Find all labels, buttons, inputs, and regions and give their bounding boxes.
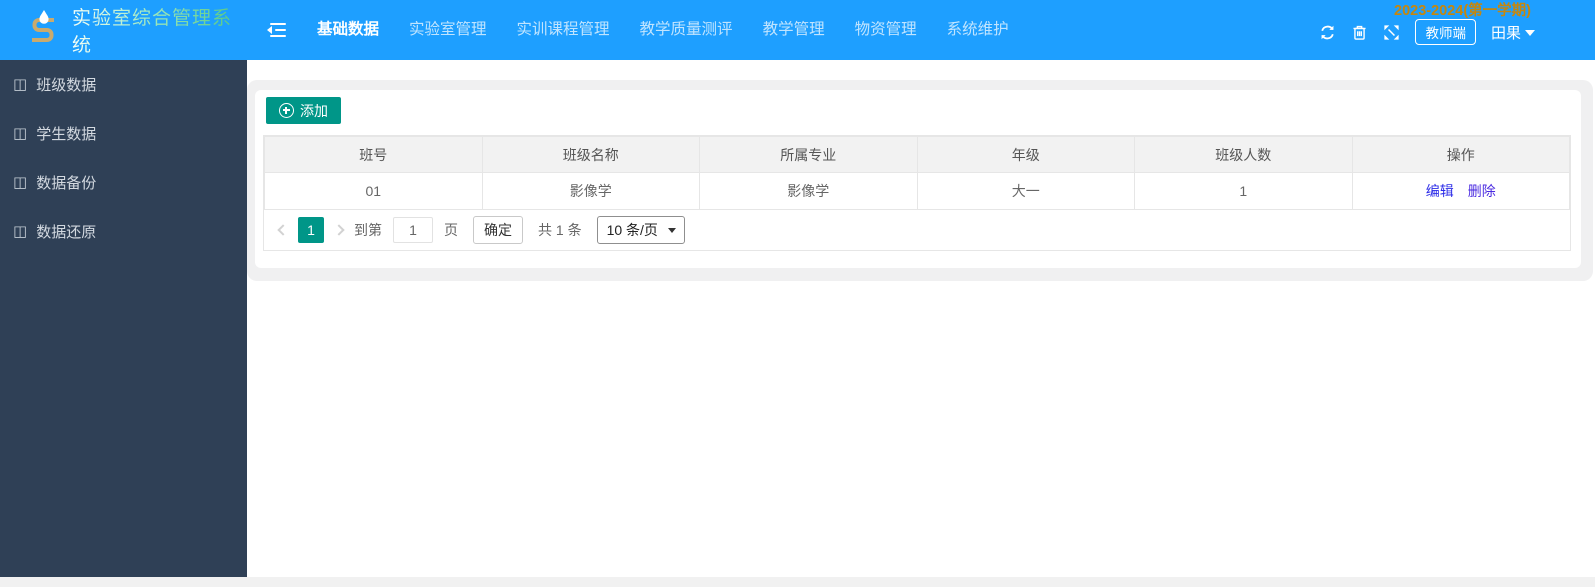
- nav-item-teaching-quality[interactable]: 教学质量测评: [625, 0, 748, 60]
- sidebar-item-data-backup[interactable]: ◫ 数据备份: [0, 158, 247, 207]
- column-header-actions: 操作: [1351, 136, 1570, 173]
- plus-circle-icon: [279, 103, 294, 118]
- table-header-row: 班号 班级名称 所属专业 年级 班级人数 操作: [264, 136, 1570, 173]
- table-row: 01 影像学 影像学 大一 1 编辑 删除: [264, 172, 1570, 210]
- page-size-value: 10 条/页: [606, 222, 658, 238]
- page-size-select[interactable]: 10 条/页: [596, 216, 685, 244]
- semester-label: 2023-2024(第一学期): [1394, 3, 1531, 19]
- goto-suffix-label: 页: [444, 222, 458, 238]
- cell-actions: 编辑 删除: [1351, 172, 1570, 210]
- cell-class-size: 1: [1134, 172, 1353, 210]
- sidebar-item-class-data[interactable]: ◫ 班级数据: [0, 60, 247, 109]
- prev-page-icon[interactable]: [277, 224, 289, 236]
- next-page-icon[interactable]: [333, 224, 345, 236]
- sidebar-item-label: 学生数据: [36, 126, 97, 143]
- edit-link[interactable]: 编辑: [1426, 183, 1454, 199]
- app-logo-icon: [24, 8, 62, 53]
- nav-item-materials-management[interactable]: 物资管理: [840, 0, 932, 60]
- nav-item-training-course[interactable]: 实训课程管理: [502, 0, 625, 60]
- delete-link[interactable]: 删除: [1468, 183, 1496, 199]
- column-header-major: 所属专业: [699, 136, 918, 173]
- column-header-grade: 年级: [916, 136, 1135, 173]
- sidebar-item-data-restore[interactable]: ◫ 数据还原: [0, 207, 247, 256]
- nav-item-teaching-management[interactable]: 教学管理: [748, 0, 840, 60]
- cell-major: 影像学: [699, 172, 918, 210]
- add-button[interactable]: 添加: [266, 97, 341, 124]
- cell-grade: 大一: [916, 172, 1135, 210]
- column-header-class-no: 班号: [264, 136, 483, 173]
- sidebar-item-label: 数据备份: [36, 175, 97, 192]
- refresh-icon[interactable]: [1319, 24, 1336, 41]
- goto-page-input[interactable]: [393, 217, 433, 243]
- add-button-label: 添加: [300, 102, 328, 119]
- logo-area: 实验室综合管理系统: [0, 0, 247, 60]
- column-header-class-name: 班级名称: [481, 136, 700, 173]
- content-card: 添加 班号 班级名称 所属专业 年级 班级人数 操作 01 影像学 影像学 大一…: [255, 90, 1581, 268]
- nav-item-basic-data[interactable]: 基础数据: [302, 0, 394, 60]
- app-root: 实验室综合管理系统 基础数据 实验室管理 实训课程管理 教学质量测评 教学管理 …: [0, 0, 1595, 587]
- current-page-button[interactable]: 1: [298, 217, 324, 243]
- username: 田果: [1490, 24, 1521, 42]
- table-icon: ◫: [13, 125, 28, 142]
- sidebar-item-label: 数据还原: [36, 224, 97, 241]
- column-header-class-size: 班级人数: [1134, 136, 1353, 173]
- app-title: 实验室综合管理系统: [72, 3, 247, 57]
- top-nav: 基础数据 实验室管理 实训课程管理 教学质量测评 教学管理 物资管理 系统维护: [247, 0, 1024, 60]
- header-right: 2023-2024(第一学期) 教师端 田果: [1265, 0, 1595, 60]
- fullscreen-icon[interactable]: [1383, 24, 1400, 41]
- sidebar-item-label: 班级数据: [36, 77, 97, 94]
- confirm-button[interactable]: 确定: [473, 216, 523, 244]
- table-icon: ◫: [13, 76, 28, 93]
- total-count-label: 共 1 条: [538, 222, 582, 238]
- sidebar-item-student-data[interactable]: ◫ 学生数据: [0, 109, 247, 158]
- user-menu[interactable]: 田果: [1491, 22, 1535, 43]
- nav-item-system-maintenance[interactable]: 系统维护: [932, 0, 1024, 60]
- data-table: 班号 班级名称 所属专业 年级 班级人数 操作 01 影像学 影像学 大一 1: [263, 135, 1571, 251]
- trash-icon[interactable]: [1351, 24, 1368, 41]
- teacher-portal-button[interactable]: 教师端: [1415, 19, 1476, 45]
- select-caret-icon: [667, 228, 676, 233]
- table-icon: ◫: [13, 223, 28, 240]
- top-header: 实验室综合管理系统 基础数据 实验室管理 实训课程管理 教学质量测评 教学管理 …: [0, 0, 1595, 60]
- cell-class-no: 01: [264, 172, 483, 210]
- goto-prefix-label: 到第: [354, 222, 382, 238]
- sidebar: ◫ 班级数据 ◫ 学生数据 ◫ 数据备份 ◫ 数据还原: [0, 60, 247, 577]
- cell-class-name: 影像学: [481, 172, 700, 210]
- table-icon: ◫: [13, 174, 28, 191]
- nav-item-lab-management[interactable]: 实验室管理: [394, 0, 502, 60]
- chevron-down-icon: [1525, 30, 1535, 36]
- collapse-menu-icon[interactable]: [267, 22, 286, 38]
- pagination-bar: 1 到第 页 确定 共 1 条 10 条/页: [264, 210, 1570, 250]
- horizontal-scrollbar[interactable]: [0, 577, 1595, 587]
